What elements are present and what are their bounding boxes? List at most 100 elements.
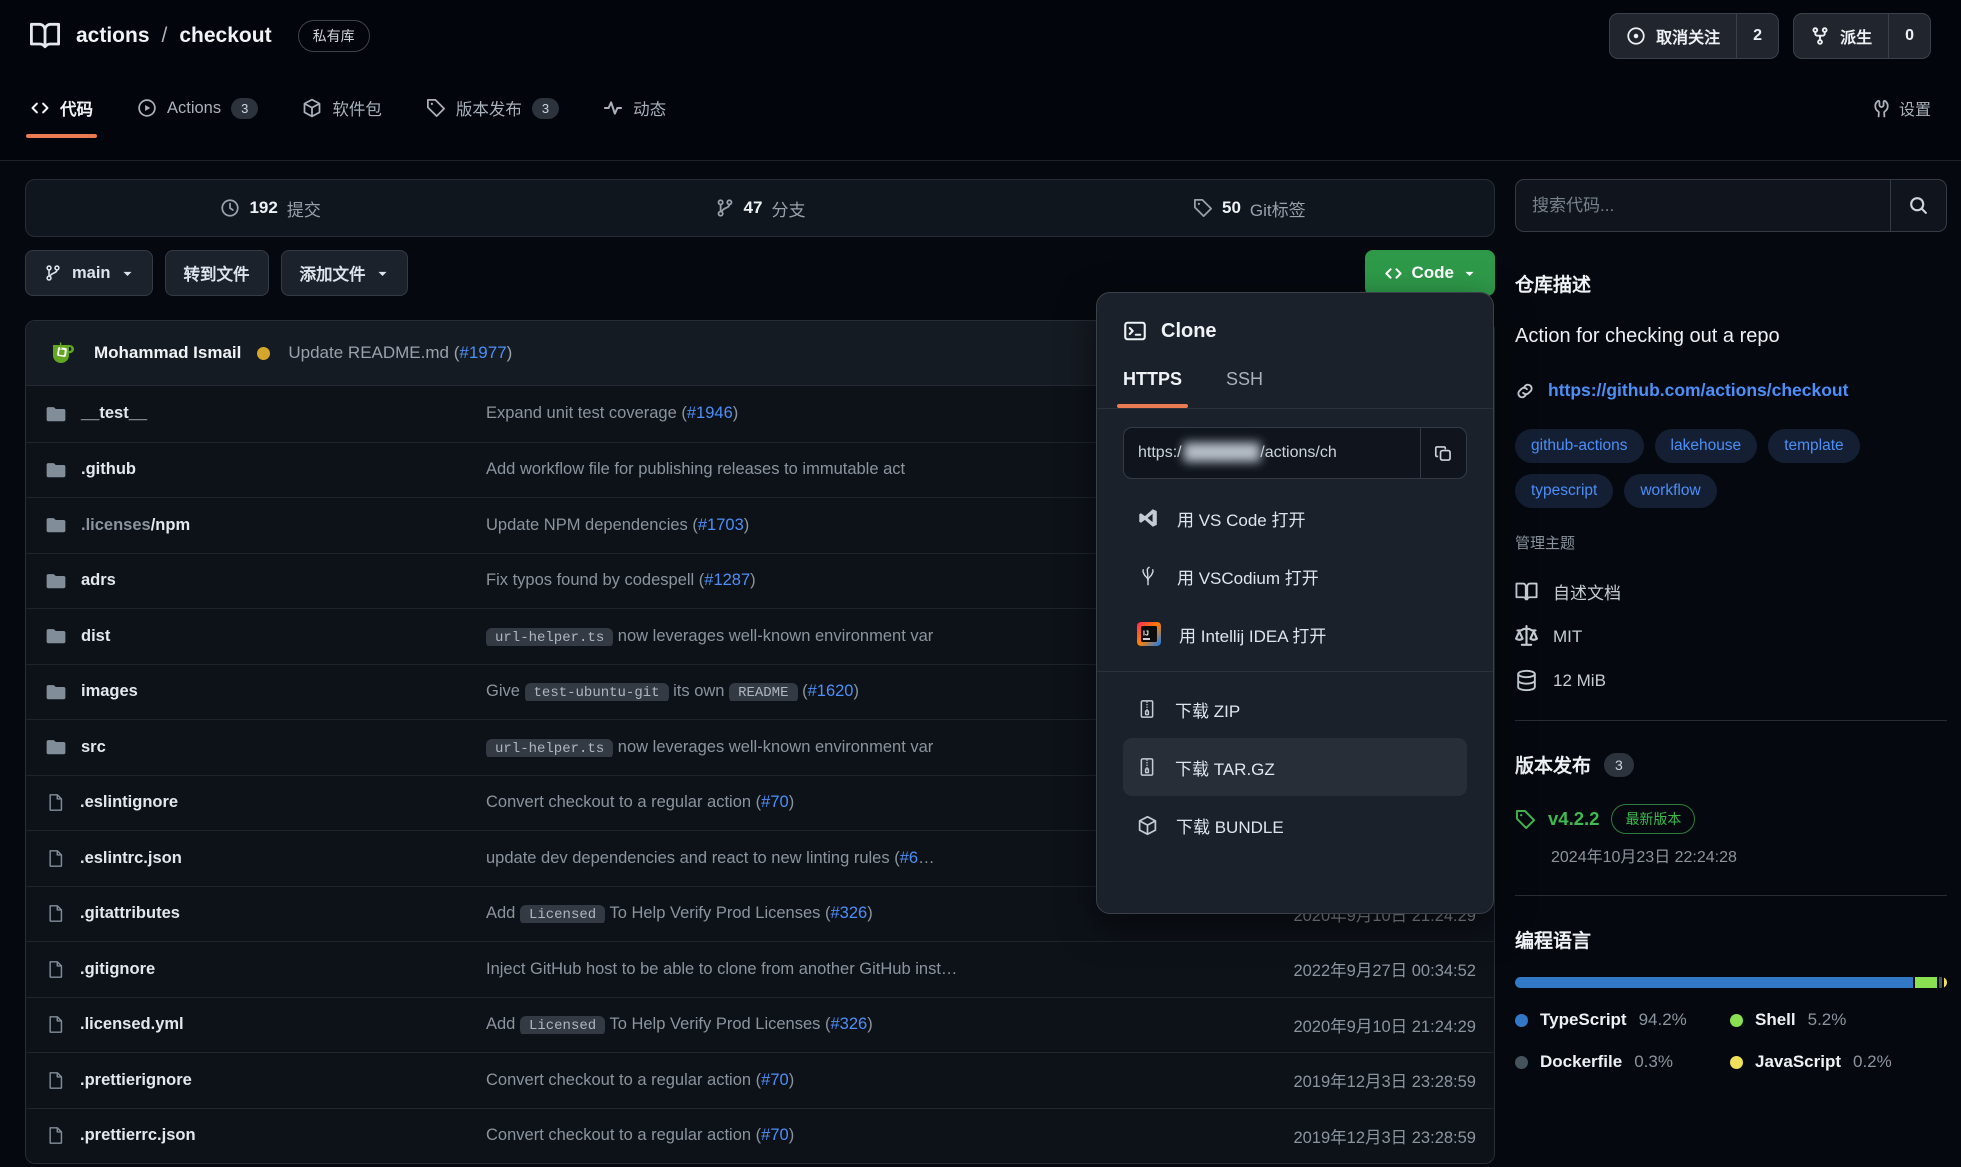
folder-name[interactable]: src [26, 737, 486, 757]
meta-label: 自述文档 [1553, 579, 1621, 604]
issue-link[interactable]: #6 [900, 849, 918, 867]
file-name[interactable]: .gitattributes [26, 904, 486, 923]
breadcrumb-separator: / [162, 24, 168, 48]
file-row[interactable]: .prettierrc.jsonConvert checkout to a re… [26, 1108, 1494, 1164]
clone-url-field[interactable]: https:/████████/actions/ch [1124, 428, 1420, 478]
issue-link[interactable]: #1946 [687, 404, 733, 422]
chevron-down-icon [376, 267, 389, 280]
avatar[interactable] [46, 337, 78, 369]
repo-name-link[interactable]: checkout [179, 24, 271, 48]
folder-name[interactable]: __test__ [26, 404, 486, 424]
branch-selector[interactable]: main [25, 250, 153, 296]
issue-link[interactable]: #326 [830, 904, 867, 922]
download-item[interactable]: 下载 BUNDLE [1123, 796, 1467, 854]
file-name[interactable]: .eslintignore [26, 793, 486, 812]
fork-button[interactable]: 派生 0 [1793, 13, 1931, 59]
goto-file-button[interactable]: 转到文件 [165, 250, 269, 296]
idea-icon: IJ [1137, 622, 1161, 646]
issue-link[interactable]: #1977 [459, 343, 506, 362]
language-segment [1944, 977, 1947, 988]
stat-commits[interactable]: 192 提交 [26, 180, 515, 236]
tab-label: 动态 [633, 96, 666, 120]
issue-link[interactable]: #1703 [698, 516, 744, 534]
open-with-item[interactable]: IJ用 Intellij IDEA 打开 [1123, 605, 1467, 663]
file-row[interactable]: .gitignoreInject GitHub host to be able … [26, 941, 1494, 997]
language-name: JavaScript [1755, 1052, 1841, 1072]
law-icon [1515, 625, 1538, 648]
latest-release[interactable]: v4.2.2 最新版本 [1515, 804, 1947, 834]
language-segment [1939, 977, 1942, 988]
clone-tab-https[interactable]: HTTPS [1123, 369, 1182, 408]
tab-label: 软件包 [332, 96, 382, 120]
copy-url-button[interactable] [1420, 428, 1466, 478]
fork-label: 派生 [1840, 24, 1872, 48]
tab-activity[interactable]: 动态 [603, 72, 666, 144]
download-item[interactable]: 下载 ZIP [1123, 680, 1467, 738]
tag-icon [1515, 809, 1536, 830]
repo-meta-item[interactable]: 自述文档 [1515, 579, 1947, 604]
language-legend-item[interactable]: JavaScript0.2% [1730, 1052, 1947, 1072]
stat-value: 50 [1222, 198, 1241, 218]
folder-name[interactable]: .licenses/npm [26, 515, 486, 535]
fork-count[interactable]: 0 [1888, 14, 1930, 58]
repo-owner-link[interactable]: actions [76, 24, 150, 48]
language-legend-item[interactable]: Dockerfile0.3% [1515, 1052, 1730, 1072]
download-item[interactable]: 下载 TAR.GZ [1123, 738, 1467, 796]
folder-name[interactable]: dist [26, 626, 486, 646]
search-button[interactable] [1890, 180, 1946, 231]
stat-value: 47 [744, 198, 763, 218]
languages-title: 编程语言 [1515, 926, 1947, 953]
issue-link[interactable]: #70 [761, 1126, 789, 1144]
repo-meta-item[interactable]: 12 MiB [1515, 669, 1947, 692]
tab-code[interactable]: 代码 [30, 72, 93, 144]
folder-name[interactable]: .github [26, 460, 486, 480]
database-icon [1515, 669, 1538, 692]
language-legend-item[interactable]: Shell5.2% [1730, 1010, 1947, 1030]
language-legend-item[interactable]: TypeScript94.2% [1515, 1010, 1730, 1030]
tab-label: 代码 [60, 96, 93, 120]
folder-name[interactable]: images [26, 682, 486, 702]
file-row[interactable]: .licensed.ymlAdd Licensed To Help Verify… [26, 997, 1494, 1053]
add-file-button[interactable]: 添加文件 [281, 250, 408, 296]
commit-author[interactable]: Mohammad Ismail [94, 343, 241, 363]
repo-meta-item[interactable]: MIT [1515, 625, 1947, 648]
stat-branches[interactable]: 47 分支 [515, 180, 1004, 236]
commit-status-dot[interactable] [257, 347, 270, 360]
tab-actions[interactable]: Actions 3 [137, 72, 258, 144]
stat-tags[interactable]: 50 Git标签 [1005, 180, 1494, 236]
file-name[interactable]: .prettierignore [26, 1071, 486, 1090]
folder-name[interactable]: adrs [26, 571, 486, 591]
issue-link[interactable]: #1620 [808, 682, 854, 700]
release-version[interactable]: v4.2.2 [1548, 808, 1599, 830]
issue-link[interactable]: #70 [761, 1071, 789, 1089]
topic-pill[interactable]: template [1768, 429, 1859, 463]
open-with-menu: 用 VS Code 打开用 VSCodium 打开IJ用 Intellij ID… [1123, 489, 1467, 663]
tab-releases[interactable]: 版本发布 3 [426, 72, 559, 144]
release-date: 2024年10月23日 22:24:28 [1551, 843, 1947, 867]
file-name[interactable]: .eslintrc.json [26, 849, 486, 868]
issue-link[interactable]: #1287 [704, 571, 750, 589]
releases-title[interactable]: 版本发布 [1515, 751, 1591, 778]
topic-pill[interactable]: typescript [1515, 474, 1613, 508]
topic-pill[interactable]: github-actions [1515, 429, 1644, 463]
tab-packages[interactable]: 软件包 [302, 72, 382, 144]
issue-link[interactable]: #326 [830, 1015, 867, 1033]
open-with-item[interactable]: 用 VS Code 打开 [1123, 489, 1467, 547]
redacted-host: ████████ [1184, 444, 1259, 462]
file-name[interactable]: .gitignore [26, 960, 486, 979]
clone-tab-ssh[interactable]: SSH [1226, 369, 1263, 408]
topic-pill[interactable]: workflow [1624, 474, 1716, 508]
repo-website-link[interactable]: https://github.com/actions/checkout [1548, 380, 1848, 401]
watch-button[interactable]: 取消关注 2 [1609, 13, 1779, 59]
open-with-item[interactable]: 用 VSCodium 打开 [1123, 547, 1467, 605]
tab-settings[interactable]: 设置 [1872, 96, 1931, 120]
manage-topics-link[interactable]: 管理主题 [1515, 532, 1947, 553]
search-input[interactable] [1516, 180, 1890, 231]
file-row[interactable]: .prettierignoreConvert checkout to a reg… [26, 1052, 1494, 1108]
file-name[interactable]: .licensed.yml [26, 1015, 486, 1034]
watch-count[interactable]: 2 [1736, 14, 1778, 58]
code-button[interactable]: Code [1365, 250, 1496, 296]
topic-pill[interactable]: lakehouse [1655, 429, 1758, 463]
file-name[interactable]: .prettierrc.json [26, 1126, 486, 1145]
issue-link[interactable]: #70 [761, 793, 789, 811]
